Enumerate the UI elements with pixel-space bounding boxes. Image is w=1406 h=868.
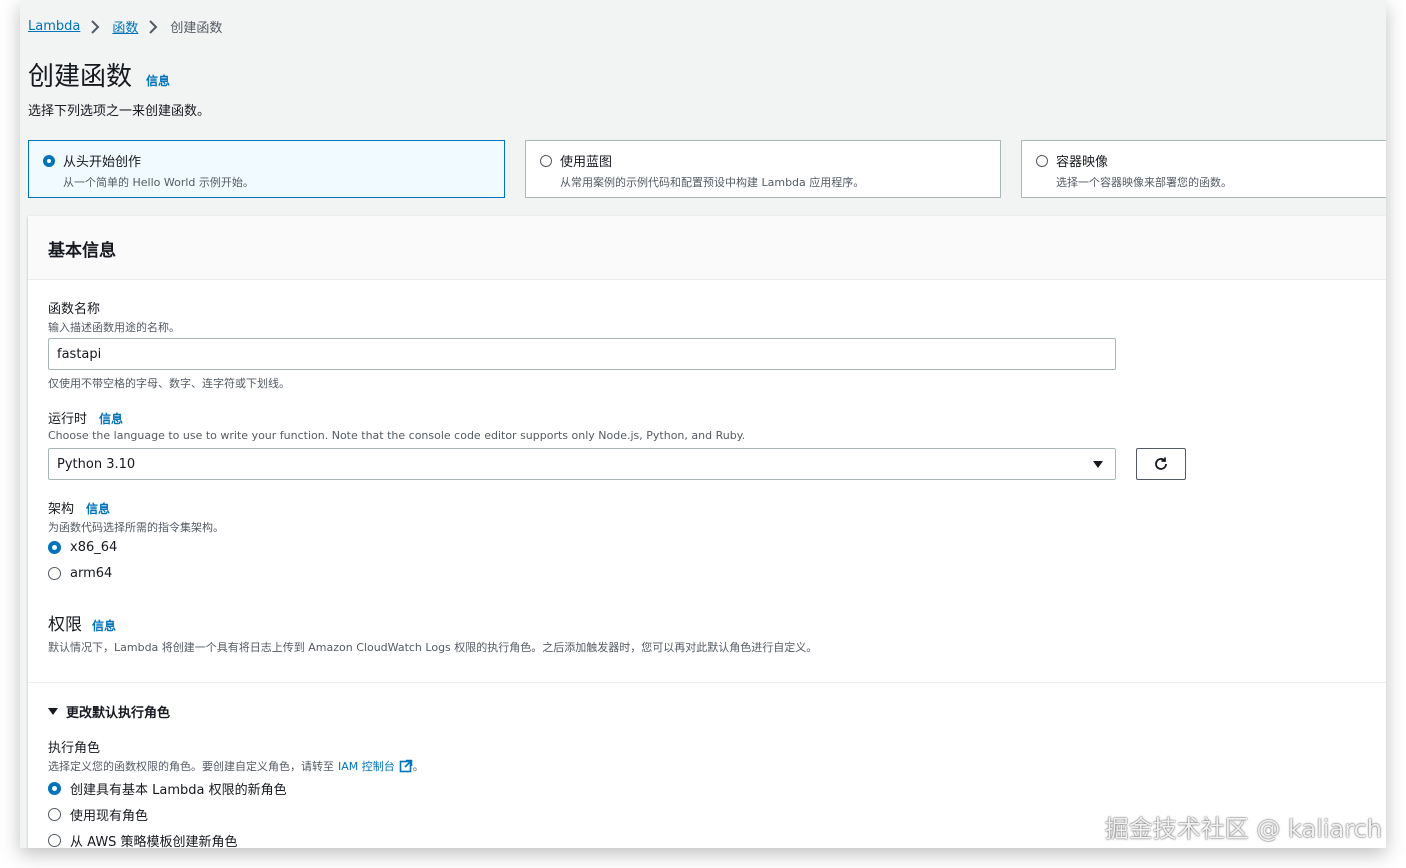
runtime-select[interactable]: Python 3.10 xyxy=(48,448,1116,480)
permissions-title: 权限 信息 xyxy=(48,610,116,635)
architecture-label: 架构 信息 xyxy=(48,498,110,517)
divider xyxy=(28,682,1386,683)
page-title-row: 创建函数 信息 xyxy=(28,56,170,93)
execution-role-label-text: 执行角色 xyxy=(48,741,101,756)
runtime-label: 运行时 信息 xyxy=(48,408,123,427)
runtime-select-value: Python 3.10 xyxy=(57,456,136,472)
basic-info-panel: 基本信息 函数名称 输入描述函数用途的名称。 仅使用不带空格的字母、数字、连字符… xyxy=(28,216,1386,848)
architecture-option-label: arm64 xyxy=(70,566,113,581)
architecture-option-label: x86_64 xyxy=(70,540,118,555)
option-container-image[interactable]: 容器映像 选择一个容器映像来部署您的函数。 xyxy=(1021,140,1386,198)
execution-role-desc-suffix: 。 xyxy=(412,760,424,773)
console-window: Lambda 函数 创建函数 创建函数 信息 选择下列选项之一来创建函数。 从头… xyxy=(20,0,1386,848)
chevron-right-icon xyxy=(148,19,160,34)
role-option-create-basic[interactable]: 创建具有基本 Lambda 权限的新角色 xyxy=(48,779,287,798)
breadcrumb-current: 创建函数 xyxy=(170,21,223,36)
iam-console-link[interactable]: IAM 控制台 xyxy=(338,758,395,774)
page-title: 创建函数 xyxy=(28,62,133,92)
radio-selected-icon[interactable] xyxy=(48,782,61,795)
runtime-info-link[interactable]: 信息 xyxy=(99,410,123,427)
expander-label: 更改默认执行角色 xyxy=(66,706,171,721)
breadcrumb-functions-link[interactable]: 函数 xyxy=(112,17,138,36)
runtime-desc: Choose the language to use to write your… xyxy=(48,429,746,442)
permissions-desc: 默认情况下，Lambda 将创建一个具有将日志上传到 Amazon CloudW… xyxy=(48,641,818,654)
execution-role-label: 执行角色 xyxy=(48,737,100,756)
role-option-existing[interactable]: 使用现有角色 xyxy=(48,805,148,824)
function-name-label: 函数名称 xyxy=(48,298,100,317)
option-desc: 从一个简单的 Hello World 示例开始。 xyxy=(63,176,254,189)
refresh-icon xyxy=(1155,457,1167,470)
architecture-info-link[interactable]: 信息 xyxy=(86,500,110,517)
breadcrumb-lambda-link[interactable]: Lambda xyxy=(28,19,80,34)
runtime-refresh-button[interactable] xyxy=(1136,448,1186,480)
role-option-policy-template[interactable]: 从 AWS 策略模板创建新角色 xyxy=(48,831,238,848)
option-title: 容器映像 xyxy=(1056,155,1109,170)
option-use-blueprint[interactable]: 使用蓝图 从常用案例的示例代码和配置预设中构建 Lambda 应用程序。 xyxy=(525,140,1001,198)
permissions-title-text: 权限 xyxy=(48,615,82,635)
watermark: 掘金技术社区 @ kaliarch xyxy=(1104,815,1382,843)
chevron-right-icon xyxy=(90,19,102,34)
function-name-desc: 输入描述函数用途的名称。 xyxy=(48,321,180,334)
radio-selected-icon[interactable] xyxy=(43,154,55,167)
role-option-label: 从 AWS 策略模板创建新角色 xyxy=(70,835,238,848)
function-name-input[interactable] xyxy=(48,338,1116,370)
architecture-label-text: 架构 xyxy=(48,502,75,517)
execution-role-desc-text: 选择定义您的函数权限的角色。要创建自定义角色，请转至 xyxy=(48,760,334,773)
radio-icon[interactable] xyxy=(48,834,61,847)
radio-icon[interactable] xyxy=(540,154,552,167)
page-subtitle: 选择下列选项之一来创建函数。 xyxy=(28,104,211,119)
permissions-info-link[interactable]: 信息 xyxy=(92,617,116,634)
execution-role-desc: 选择定义您的函数权限的角色。要创建自定义角色，请转至 IAM 控制台 。 xyxy=(48,758,424,774)
caret-down-icon xyxy=(48,708,58,715)
breadcrumb: Lambda 函数 创建函数 xyxy=(28,17,222,36)
panel-title: 基本信息 xyxy=(28,216,1386,280)
external-link-icon[interactable] xyxy=(399,759,413,773)
option-title: 从头开始创作 xyxy=(63,155,142,170)
caret-down-icon xyxy=(1093,460,1103,468)
architecture-option-x86[interactable]: x86_64 xyxy=(48,540,117,555)
function-name-hint: 仅使用不带空格的字母、数字、连字符或下划线。 xyxy=(48,377,290,390)
radio-selected-icon[interactable] xyxy=(48,541,61,554)
option-author-from-scratch[interactable]: 从头开始创作 从一个简单的 Hello World 示例开始。 xyxy=(28,140,505,198)
radio-icon[interactable] xyxy=(1036,154,1048,167)
function-name-label-text: 函数名称 xyxy=(48,302,101,317)
role-option-label: 创建具有基本 Lambda 权限的新角色 xyxy=(70,783,287,798)
title-info-link[interactable]: 信息 xyxy=(146,72,170,89)
option-desc: 选择一个容器映像来部署您的函数。 xyxy=(1056,176,1232,189)
radio-icon[interactable] xyxy=(48,567,61,580)
change-default-role-expander[interactable]: 更改默认执行角色 xyxy=(48,702,170,721)
option-desc: 从常用案例的示例代码和配置预设中构建 Lambda 应用程序。 xyxy=(560,176,865,189)
runtime-label-text: 运行时 xyxy=(48,412,88,427)
architecture-desc: 为函数代码选择所需的指令集架构。 xyxy=(48,521,224,534)
radio-icon[interactable] xyxy=(48,808,61,821)
option-title: 使用蓝图 xyxy=(560,155,613,170)
architecture-option-arm64[interactable]: arm64 xyxy=(48,566,112,581)
role-option-label: 使用现有角色 xyxy=(70,809,149,824)
